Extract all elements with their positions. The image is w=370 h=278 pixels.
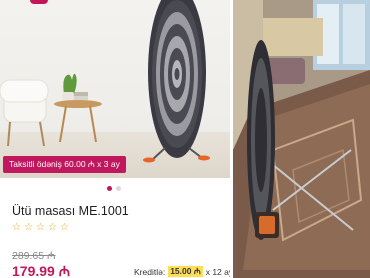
carousel-dot-2[interactable]: [116, 186, 121, 191]
side-table: [54, 73, 102, 143]
product-card: Taksitli ödəniş 60.00 ₼ x 3 ay Ütü masas…: [0, 0, 230, 278]
star-icon: ☆: [47, 222, 57, 233]
star-icon: ☆: [35, 222, 45, 233]
credit-amount: 15.00 ₼: [168, 266, 203, 277]
rating-stars[interactable]: ☆ ☆ ☆ ☆ ☆: [12, 223, 69, 233]
star-icon: ☆: [12, 222, 21, 233]
credit-label: Kreditlə:: [134, 266, 166, 277]
current-price: 179.99 ₼: [12, 263, 71, 278]
star-icon: ☆: [23, 222, 33, 233]
star-icon: ☆: [59, 222, 69, 233]
armchair: [0, 79, 49, 147]
credit-term: x 12 ay: [205, 266, 230, 277]
ironing-board: [143, 0, 210, 163]
product-title: Ütü masası ME.1001: [12, 204, 129, 218]
ironing-board-illustration: [0, 0, 210, 163]
installment-banner: Taksitli ödəniş 60.00 ₼ x 3 ay: [3, 156, 126, 173]
credit-offer[interactable]: Kreditlə: 15.00 ₼ x 12 ay: [134, 266, 230, 277]
old-price: 289.65 ₼: [12, 250, 56, 262]
carousel-dot-1[interactable]: [107, 186, 112, 191]
product-image[interactable]: [0, 0, 230, 178]
carousel-indicator: [107, 186, 121, 191]
ironing-board-photo: [233, 0, 370, 278]
customer-photo[interactable]: [233, 0, 370, 278]
